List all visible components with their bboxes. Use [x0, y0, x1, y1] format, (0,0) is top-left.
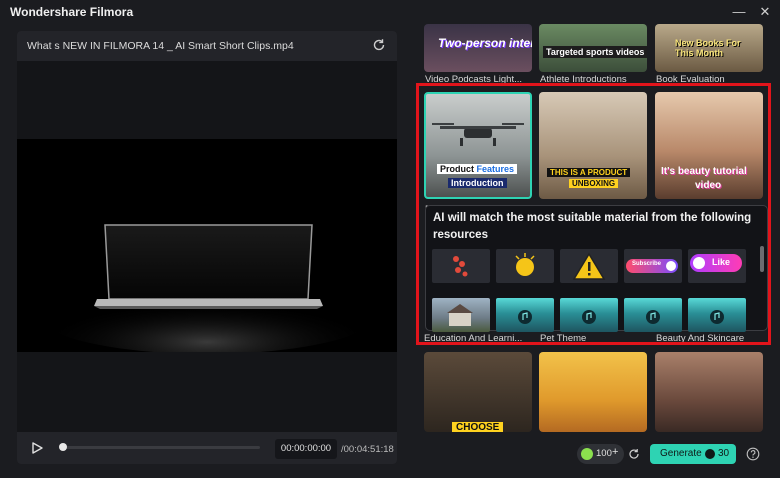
template-card-book-evaluation[interactable]: New Books For This Month — [655, 24, 763, 72]
resource-sticker-like[interactable]: Like — [688, 249, 746, 283]
tooltip-scrollbar[interactable] — [760, 246, 764, 272]
template-card-athlete-introductions[interactable]: Targeted sports videos — [539, 24, 647, 72]
resource-sticker-warning[interactable] — [560, 249, 618, 283]
laptop-image — [37, 224, 377, 352]
generate-button[interactable]: Generate 30 — [650, 444, 736, 464]
bell-icon — [666, 261, 676, 271]
help-icon[interactable] — [746, 447, 760, 461]
add-credits-icon[interactable]: + — [612, 446, 618, 458]
resource-music-1[interactable] — [496, 298, 554, 332]
refresh-icon[interactable] — [372, 38, 386, 52]
like-badge-text: Like — [712, 257, 731, 267]
music-note-icon — [646, 310, 660, 324]
resource-music-4[interactable] — [688, 298, 746, 332]
lightbulb-icon — [515, 253, 535, 276]
credits-value: 100 — [596, 448, 612, 459]
template-card-music-studio[interactable]: CHOOSE — [424, 352, 532, 432]
scrubber-handle[interactable] — [59, 443, 67, 451]
thumbs-up-icon — [693, 257, 705, 269]
template-card-video-podcasts[interactable]: Two-person interaction — [424, 24, 532, 72]
credit-coin-icon — [581, 448, 593, 460]
credit-coin-icon — [705, 449, 715, 459]
refresh-icon[interactable] — [628, 448, 640, 460]
resource-sticker-lightbulb[interactable] — [496, 249, 554, 283]
tooltip-text: AI will match the most suitable material… — [433, 212, 752, 241]
template-card-portrait[interactable] — [655, 352, 763, 432]
resource-sticker-confetti[interactable] — [432, 249, 490, 283]
music-note-icon — [518, 310, 532, 324]
current-time[interactable]: 00:00:00:00 — [275, 439, 337, 459]
resource-sticker-subscribe[interactable]: Subscribe — [624, 249, 682, 283]
total-duration: /00:04:51:18 — [341, 444, 394, 455]
music-note-icon — [710, 310, 724, 324]
timeline-scrubber[interactable] — [62, 446, 260, 449]
resource-music-3[interactable] — [624, 298, 682, 332]
overlay-text: CHOOSE — [452, 422, 504, 432]
like-badge: Like — [690, 254, 742, 272]
confetti-icon — [453, 256, 468, 277]
app-title: Wondershare Filmora — [10, 5, 134, 19]
subscribe-badge-text: Subscribe — [632, 261, 662, 267]
video-preview[interactable] — [17, 139, 397, 352]
generate-cost: 30 — [718, 448, 730, 459]
resource-background-house[interactable] — [432, 298, 490, 332]
generate-label: Generate — [660, 448, 702, 459]
music-note-icon — [582, 310, 596, 324]
resource-music-2[interactable] — [560, 298, 618, 332]
subscribe-badge: Subscribe — [626, 259, 678, 273]
warning-icon — [572, 252, 606, 280]
close-icon[interactable]: ✕ — [756, 3, 774, 21]
minimize-icon[interactable]: — — [730, 3, 748, 21]
house-image — [447, 304, 473, 326]
file-name: What s NEW IN FILMORA 14 _ AI Smart Shor… — [27, 40, 294, 52]
template-card-family[interactable] — [539, 352, 647, 432]
play-icon[interactable] — [30, 441, 44, 455]
